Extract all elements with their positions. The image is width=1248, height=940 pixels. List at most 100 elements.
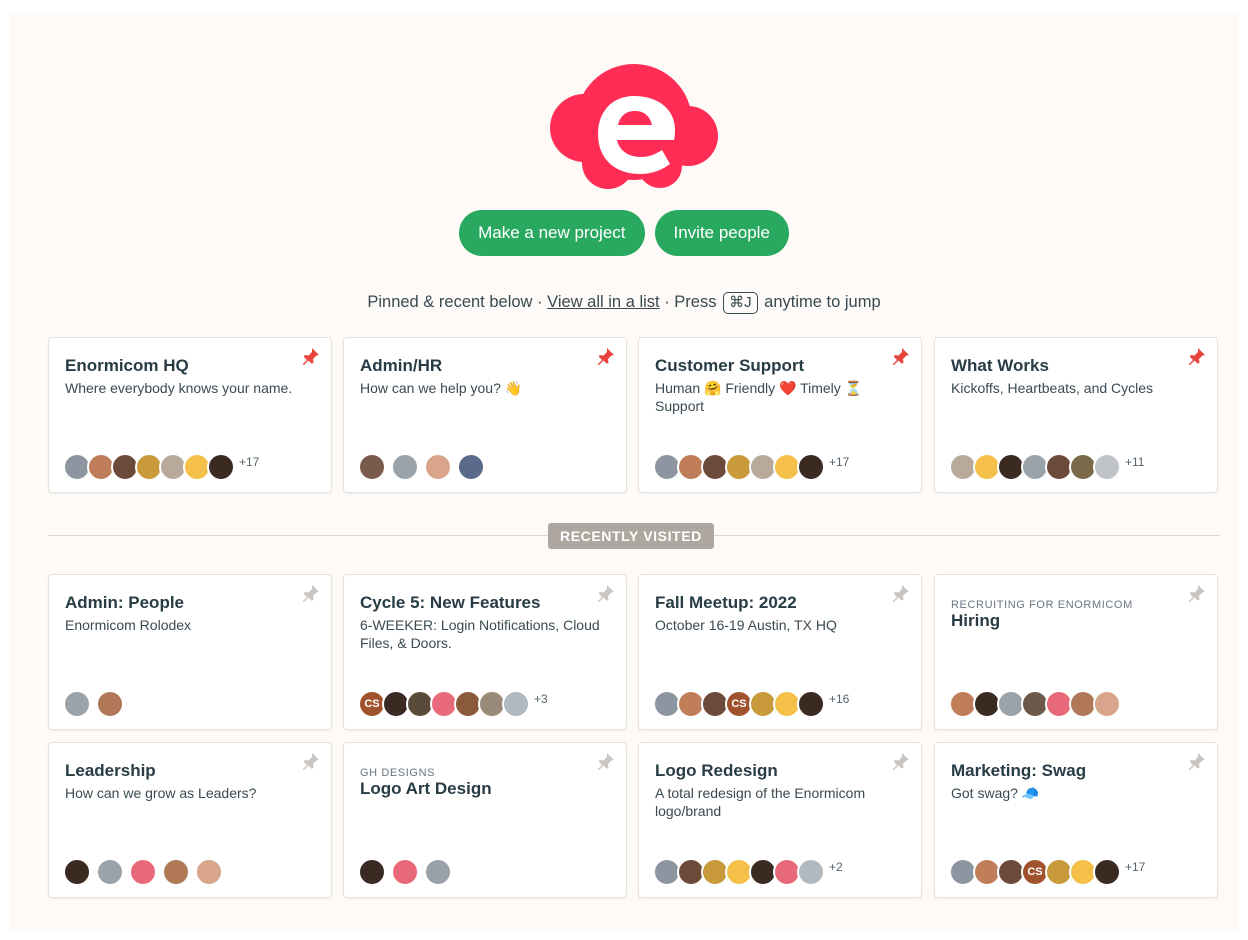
home-canvas: Make a new project Invite people Pinned … [10, 14, 1238, 930]
project-title: What Works [951, 356, 1049, 375]
project-title: Customer Support [655, 356, 805, 375]
enormicom-logo [550, 64, 718, 189]
project-card[interactable]: Admin/HR How can we help you? 👋 [343, 337, 627, 493]
project-title: Fall Meetup: 2022 [655, 593, 797, 612]
project-card[interactable]: RECRUITING FOR ENORMICOM Hiring [934, 574, 1218, 730]
avatar[interactable] [1093, 690, 1121, 718]
project-title: Enormicom HQ [65, 356, 189, 375]
project-card[interactable]: Admin: People Enormicom Rolodex [48, 574, 332, 730]
avatar[interactable] [129, 858, 157, 886]
jump-hint: Pinned & recent below · View all in a li… [10, 292, 1238, 314]
project-card[interactable]: Leadership How can we grow as Leaders? [48, 742, 332, 898]
project-title: Leadership [65, 761, 156, 780]
hint-middle: · Press [664, 293, 717, 311]
avatar[interactable] [63, 858, 91, 886]
project-card[interactable]: Customer Support Human 🤗 Friendly ❤️ Time… [638, 337, 922, 493]
project-title: Marketing: Swag [951, 761, 1087, 780]
more-members-count[interactable]: +17 [1125, 860, 1145, 874]
project-title: Logo Art Design [360, 779, 492, 798]
project-description: Kickoffs, Heartbeats, and Cycles [951, 380, 1154, 396]
member-avatars [63, 690, 129, 718]
pin-icon[interactable] [596, 583, 616, 603]
project-description: A total redesign of the Enormicom logo/b… [655, 785, 866, 819]
project-card[interactable]: Cycle 5: New Features 6-WEEKER: Login Not… [343, 574, 627, 730]
more-members-count[interactable]: +11 [1125, 455, 1144, 469]
avatar[interactable] [358, 453, 386, 481]
member-avatars: +11 [949, 453, 1144, 481]
member-avatars: CS +3 [358, 690, 548, 718]
invite-people-button[interactable]: Invite people [654, 210, 789, 256]
member-avatars: +17 [653, 453, 849, 481]
pin-icon[interactable] [891, 751, 911, 771]
avatar[interactable] [797, 690, 825, 718]
pin-icon[interactable] [1187, 583, 1207, 603]
member-avatars: CS +16 [653, 690, 849, 718]
project-title: Logo Redesign [655, 761, 778, 780]
project-description: How can we help you? 👋 [360, 380, 523, 396]
pin-icon[interactable] [301, 346, 321, 366]
member-avatars [949, 690, 1121, 718]
project-description: Where everybody knows your name. [65, 380, 293, 396]
avatar[interactable] [358, 858, 386, 886]
avatar[interactable] [797, 858, 825, 886]
pin-icon[interactable] [301, 583, 321, 603]
project-description: How can we grow as Leaders? [65, 785, 257, 801]
project-title: Admin/HR [360, 356, 443, 375]
project-description: 6-WEEKER: Login Notifications, Cloud Fil… [360, 617, 600, 651]
project-description: Got swag? 🧢 [951, 785, 1040, 801]
avatar[interactable] [391, 858, 419, 886]
avatar[interactable] [1093, 858, 1121, 886]
more-members-count[interactable]: +3 [534, 692, 548, 706]
pin-icon[interactable] [596, 346, 616, 366]
hint-prefix: Pinned & recent below · [367, 293, 543, 311]
avatar[interactable] [391, 453, 419, 481]
project-eyebrow: GH DESIGNS [360, 767, 436, 779]
more-members-count[interactable]: +17 [239, 455, 259, 469]
avatar[interactable] [195, 858, 223, 886]
avatar[interactable] [457, 453, 485, 481]
avatar[interactable] [63, 690, 91, 718]
member-avatars [63, 858, 228, 886]
member-avatars: CS +17 [949, 858, 1145, 886]
project-card[interactable]: GH DESIGNS Logo Art Design [343, 742, 627, 898]
more-members-count[interactable]: +2 [829, 860, 843, 874]
pin-icon[interactable] [596, 751, 616, 771]
project-description: Human 🤗 Friendly ❤️ Timely ⏳ Support [655, 380, 863, 414]
more-members-count[interactable]: +17 [829, 455, 849, 469]
avatar[interactable] [797, 453, 825, 481]
project-title: Cycle 5: New Features [360, 593, 541, 612]
pin-icon[interactable] [301, 751, 321, 771]
pin-icon[interactable] [1187, 751, 1207, 771]
avatar[interactable] [424, 858, 452, 886]
member-avatars [358, 453, 490, 481]
project-card[interactable]: Marketing: Swag Got swag? 🧢 CS +17 [934, 742, 1218, 898]
make-new-project-button[interactable]: Make a new project [459, 210, 645, 256]
project-title: Hiring [951, 611, 1001, 630]
project-description: October 16-19 Austin, TX HQ [655, 617, 837, 633]
member-avatars: +17 [63, 453, 259, 481]
avatar[interactable] [502, 690, 530, 718]
pin-icon[interactable] [1187, 346, 1207, 366]
primary-actions: Make a new project Invite people [10, 210, 1238, 256]
recently-visited-label: RECENTLY VISITED [548, 523, 714, 549]
avatar[interactable] [96, 690, 124, 718]
avatar[interactable] [162, 858, 190, 886]
avatar[interactable] [1093, 453, 1121, 481]
project-card[interactable]: Fall Meetup: 2022 October 16-19 Austin, T… [638, 574, 922, 730]
member-avatars: +2 [653, 858, 843, 886]
project-description: Enormicom Rolodex [65, 617, 192, 633]
pin-icon[interactable] [891, 346, 911, 366]
project-card[interactable]: Logo Redesign A total redesign of the Eno… [638, 742, 922, 898]
member-avatars [358, 858, 457, 886]
avatar[interactable] [96, 858, 124, 886]
avatar[interactable] [207, 453, 235, 481]
view-all-list-link[interactable]: View all in a list [547, 293, 660, 311]
project-eyebrow: RECRUITING FOR ENORMICOM [951, 599, 1133, 611]
pin-icon[interactable] [891, 583, 911, 603]
project-card[interactable]: What Works Kickoffs, Heartbeats, and Cycl… [934, 337, 1218, 493]
shortcut-key: ⌘J [723, 292, 758, 314]
more-members-count[interactable]: +16 [829, 692, 849, 706]
hint-suffix: anytime to jump [764, 293, 881, 311]
project-card[interactable]: Enormicom HQ Where everybody knows your n… [48, 337, 332, 493]
avatar[interactable] [424, 453, 452, 481]
